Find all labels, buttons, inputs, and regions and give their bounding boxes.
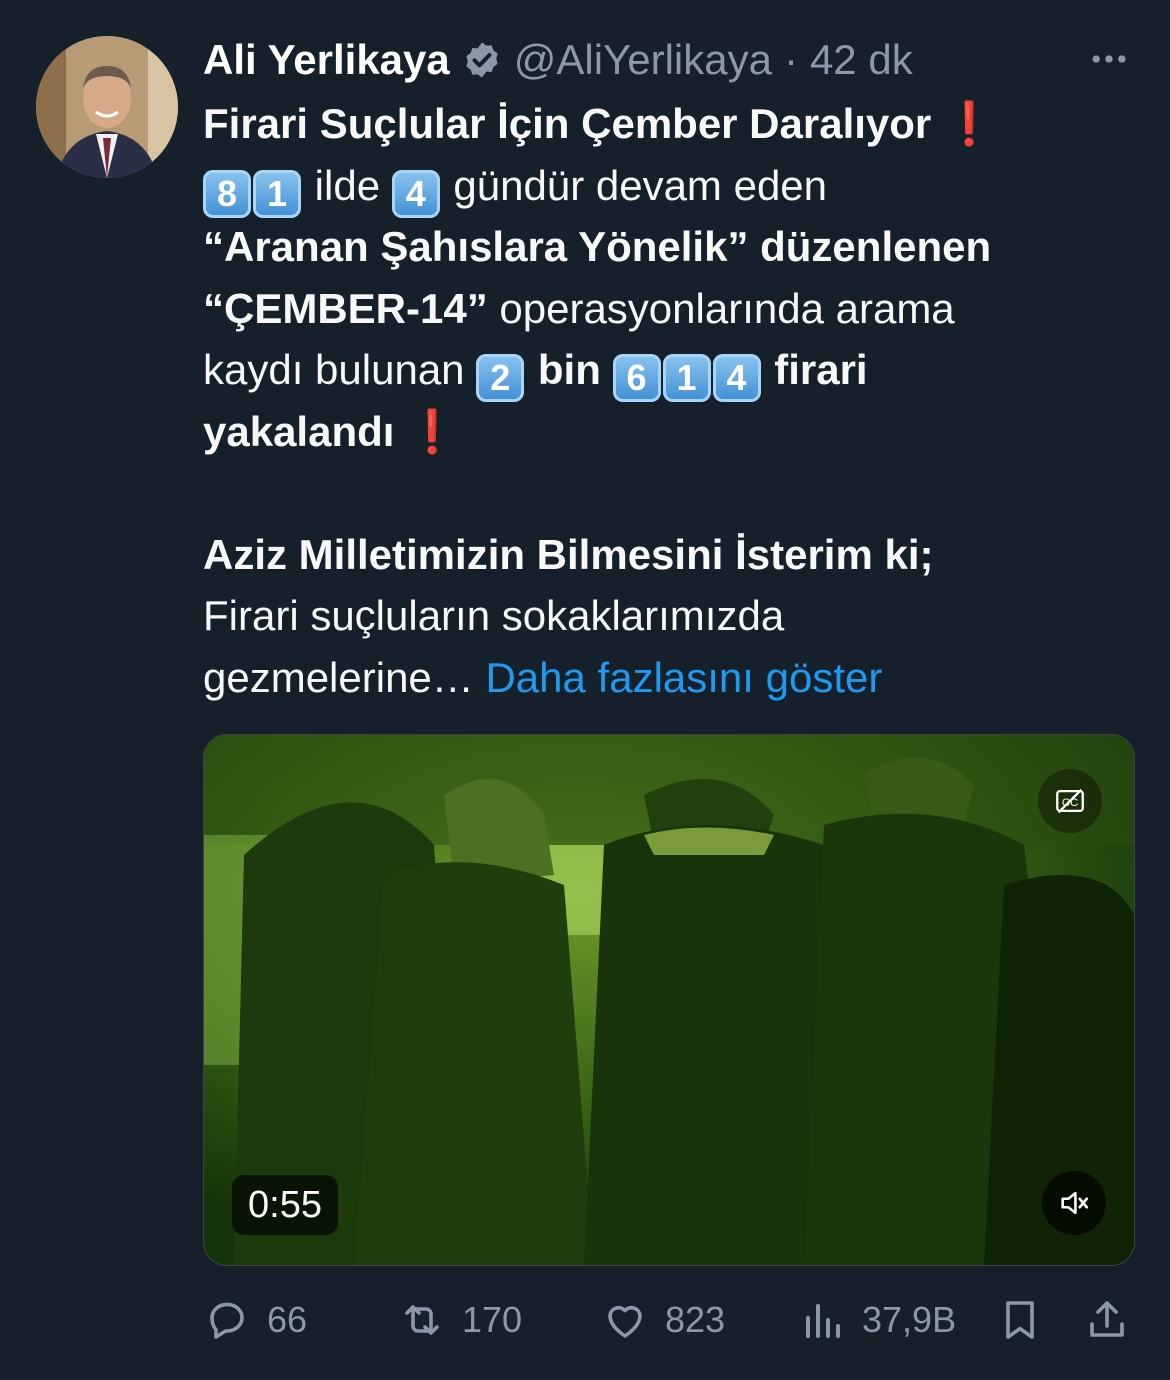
- exclamation-emoji: ❗: [942, 99, 996, 148]
- like-button[interactable]: 823: [601, 1290, 725, 1350]
- keycap-emoji: 2: [476, 354, 525, 402]
- text-segment: yakalandı: [203, 407, 395, 455]
- text-line-8: Firari suçluların sokaklarımızda: [203, 585, 1133, 647]
- reply-button[interactable]: 66: [203, 1290, 307, 1350]
- tweet-text: Firari Suçlular İçin Çember Daralıyor ❗ …: [203, 93, 1133, 708]
- text-line-7: Aziz Milletimizin Bilmesini İsterim ki;: [203, 524, 1133, 586]
- share-icon: [1090, 1301, 1124, 1337]
- keycap-emoji: 1: [253, 169, 301, 218]
- tweet-time[interactable]: 42 dk: [810, 36, 913, 84]
- author-handle[interactable]: @AliYerlikaya: [514, 36, 772, 84]
- avatar[interactable]: [36, 36, 178, 178]
- video-player[interactable]: CC 0:55: [203, 734, 1135, 1266]
- text-line-5: kaydı bulunan 2 bin 614 firari: [203, 339, 1133, 402]
- retweet-button[interactable]: 170: [398, 1290, 522, 1350]
- separator-dot: ·: [783, 36, 798, 83]
- keycap-emoji: 1: [662, 354, 711, 402]
- text-line-1: Firari Suçlular İçin Çember Daralıyor ❗: [203, 93, 1133, 155]
- tweet[interactable]: Ali Yerlikaya @AliYerlikaya · 42 dk Fira…: [0, 0, 1170, 1380]
- video-duration: 0:55: [232, 1175, 338, 1235]
- text-segment: Aziz Milletimizin Bilmesini İsterim ki;: [203, 530, 934, 578]
- views-button[interactable]: 37,9B: [798, 1290, 956, 1350]
- text-line-4: “ÇEMBER-14” operasyonlarında arama: [203, 278, 1133, 340]
- bookmark-icon: [1006, 1301, 1034, 1339]
- show-more-link[interactable]: Daha fazlasını göster: [485, 654, 882, 701]
- video-frame: [204, 735, 1134, 1265]
- text-segment: bin: [537, 346, 601, 393]
- text-segment: firari: [774, 346, 868, 393]
- bookmark-button[interactable]: [996, 1290, 1044, 1350]
- tweet-actions: 66 170 823 37,9B: [203, 1290, 1133, 1350]
- text-segment: “ÇEMBER-14”: [203, 284, 488, 332]
- heart-icon: [608, 1305, 642, 1338]
- exclamation-emoji: ❗: [406, 406, 459, 456]
- text-line-2: 81 ilde 4 gündür devam eden: [203, 155, 1133, 218]
- keycap-emoji: 4: [712, 354, 761, 402]
- keycap-emoji: 6: [612, 354, 661, 402]
- retweet-count: 170: [462, 1299, 523, 1340]
- like-count: 823: [665, 1299, 726, 1340]
- text-segment: kaydı bulunan: [203, 346, 465, 393]
- reply-icon: [210, 1302, 244, 1339]
- volume-muted-icon[interactable]: [1042, 1171, 1106, 1235]
- text-segment: ilde: [314, 161, 381, 209]
- author-name[interactable]: Ali Yerlikaya: [203, 36, 450, 84]
- keycap-emoji: 8: [203, 169, 251, 218]
- text-segment: operasyonlarında arama: [499, 284, 955, 332]
- text-line-6: yakalandı ❗: [203, 401, 1133, 463]
- avatar-photo: [36, 36, 178, 178]
- tweet-header: Ali Yerlikaya @AliYerlikaya · 42 dk: [203, 30, 1134, 90]
- analytics-icon: [806, 1304, 840, 1338]
- text-line-3: “Aranan Şahıslara Yönelik” düzenlenen: [203, 216, 1133, 278]
- view-count: 37,9B: [862, 1299, 957, 1340]
- text-segment: gündür devam eden: [453, 161, 828, 209]
- reply-count: 66: [267, 1299, 308, 1340]
- text-segment: “Aranan Şahıslara Yönelik” düzenlenen: [203, 223, 992, 270]
- text-segment: gezmelerine…: [203, 653, 474, 701]
- share-button[interactable]: [1083, 1290, 1131, 1350]
- text-segment: Firari suçluların sokaklarımızda: [203, 592, 785, 639]
- verified-badge-icon: [462, 40, 502, 80]
- headline: Firari Suçlular İçin Çember Daralıyor: [203, 100, 932, 147]
- captions-icon[interactable]: CC: [1038, 769, 1102, 833]
- retweet-icon: [405, 1305, 439, 1335]
- more-horizontal-icon[interactable]: [1084, 34, 1134, 84]
- keycap-emoji: 4: [391, 169, 440, 218]
- text-line-9: gezmelerine… Daha fazlasını göster: [203, 647, 1133, 709]
